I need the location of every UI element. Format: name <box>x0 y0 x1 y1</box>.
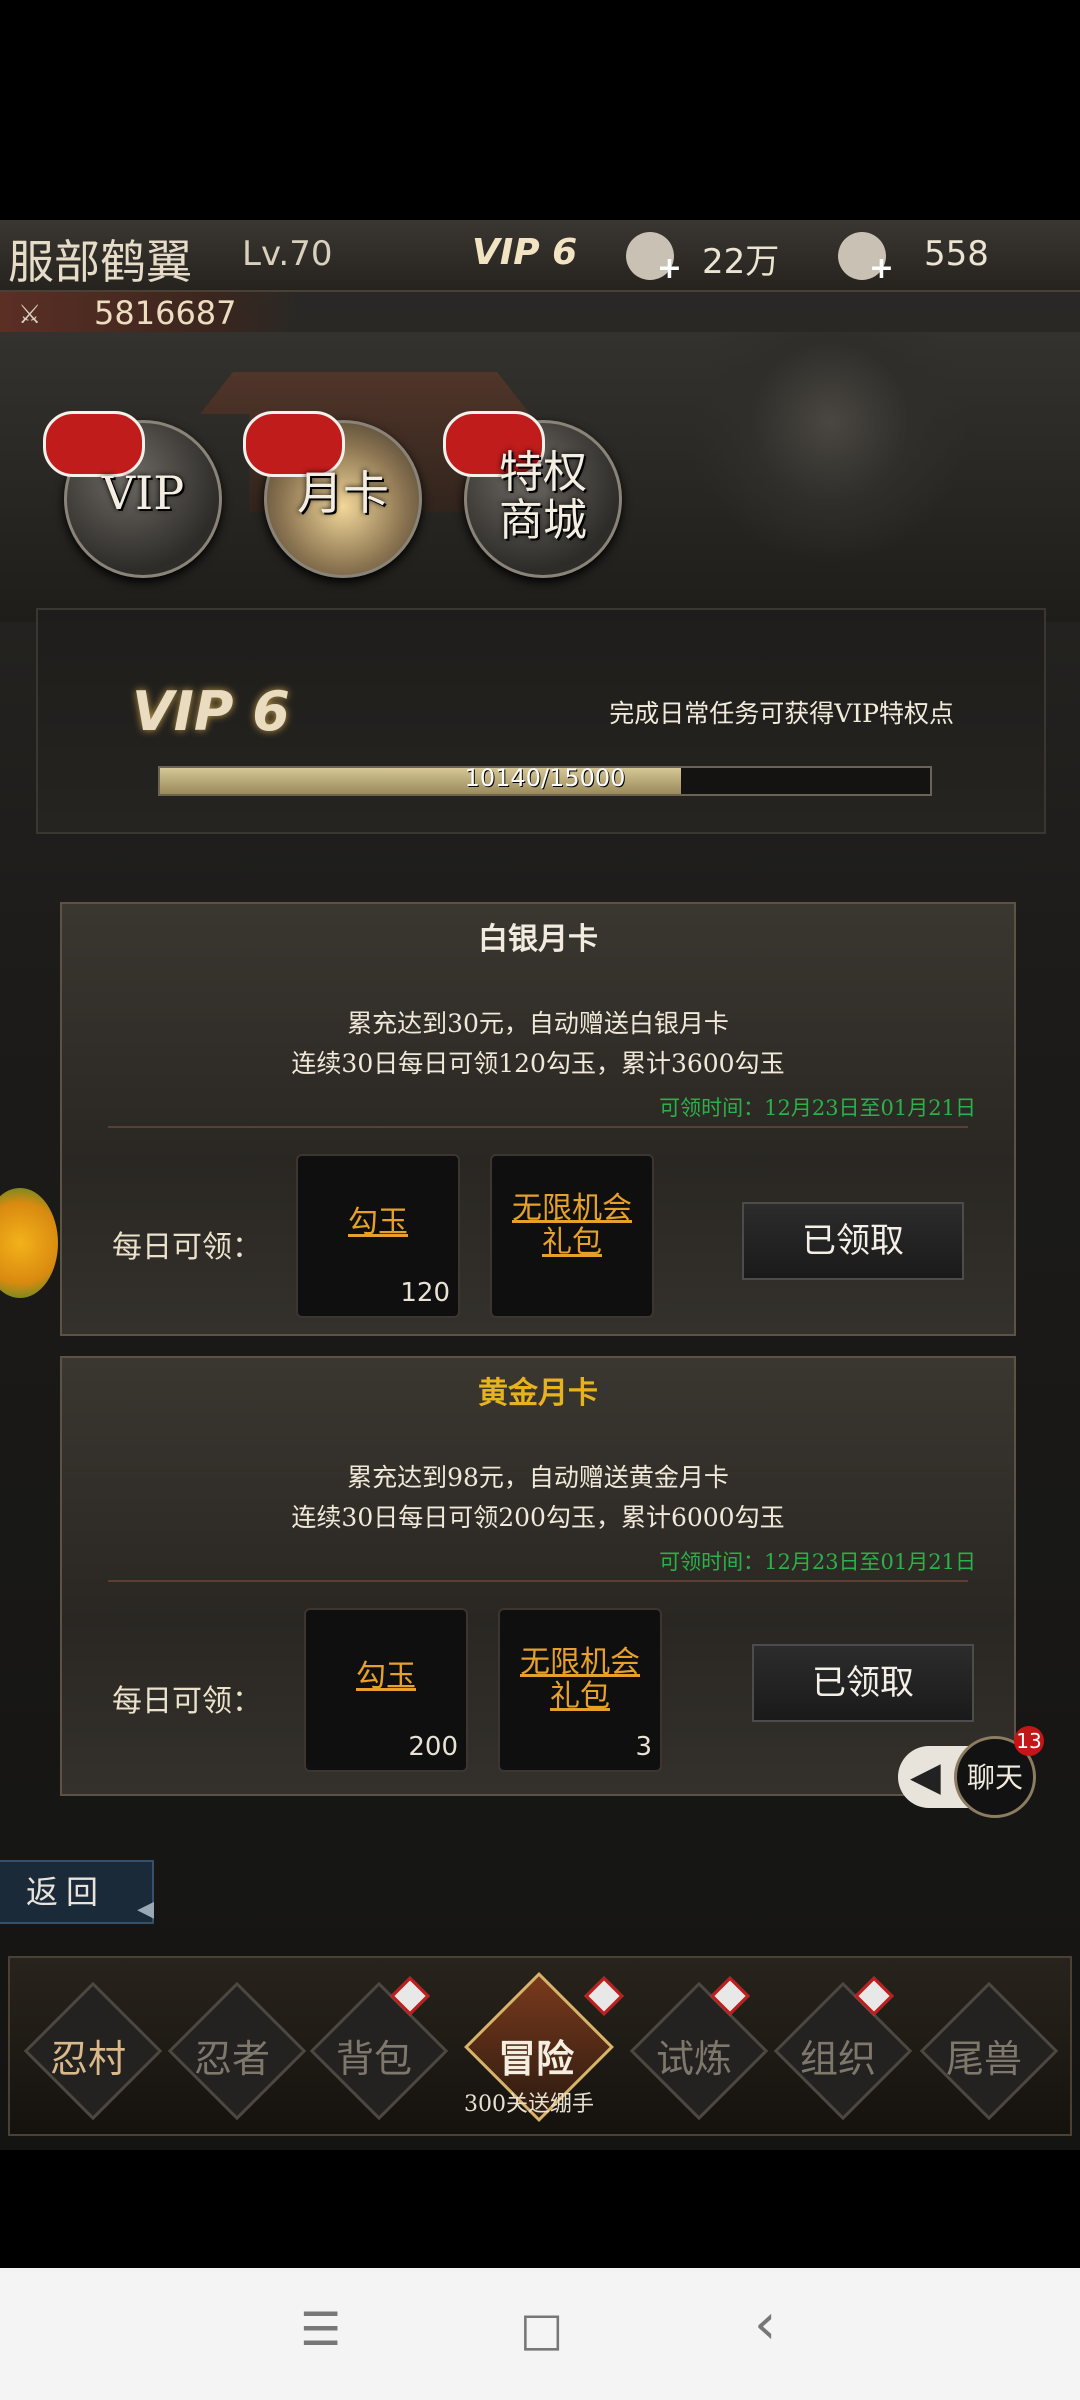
card-description: 连续30日每日可领200勾玉，累计6000勾玉 <box>291 1503 785 1532</box>
nav-item-tailed-beast[interactable]: 尾兽 <box>914 2028 1054 2083</box>
chat-widget[interactable]: ◀ 聊天 13 <box>898 1726 1044 1818</box>
card-description: 连续30日每日可领120勾玉，累计3600勾玉 <box>291 1049 785 1078</box>
vip-hint-text: 完成日常任务可获得VIP特权点 <box>609 699 954 728</box>
vip-level-title: VIP 6 <box>132 680 290 743</box>
back-arrow-icon: ◀ <box>137 1897 154 1922</box>
coin-add-icon[interactable] <box>626 232 682 286</box>
nav-adventure-subtitle: 300关送绷手 <box>464 2092 594 2117</box>
reward-item-name: 无限机会 礼包 <box>520 1645 640 1714</box>
card-title: 黄金月卡 <box>478 1376 598 1411</box>
vip-progress-text: 10140/15000 <box>464 764 626 792</box>
claim-period: 可领时间：12月23日至01月21日 <box>659 1550 976 1574</box>
tab-privilege-shop-label: 特权 商城 <box>499 447 587 546</box>
reward-item-name: 无限机会 礼包 <box>512 1191 632 1260</box>
crossed-swords-icon: ⚔ <box>18 300 42 330</box>
card-description: 累充达到30元，自动赠送白银月卡 <box>347 1009 729 1038</box>
reward-item-count: 200 <box>408 1732 458 1762</box>
card-description: 累充达到98元，自动赠送黄金月卡 <box>347 1463 729 1492</box>
coin-value: 22万 <box>702 242 780 282</box>
back-label: 返回 <box>26 1873 107 1911</box>
reward-item-count: 3 <box>635 1732 652 1762</box>
reward-item-name: 勾玉 <box>348 1205 408 1240</box>
player-level: Lv.70 <box>242 234 333 274</box>
reward-item-count: 120 <box>400 1278 450 1308</box>
gem-add-icon[interactable] <box>838 232 894 286</box>
reward-item-chance-pack[interactable]: 无限机会 礼包 3 <box>498 1608 662 1772</box>
chat-unread-badge: 13 <box>1014 1726 1044 1756</box>
daily-reward-label: 每日可领： <box>112 1230 262 1265</box>
tab-vip-label: VIP <box>101 466 185 520</box>
reward-item-magatama[interactable]: 勾玉 200 <box>304 1608 468 1772</box>
gem-value: 558 <box>924 234 989 274</box>
back-button[interactable]: 返回 ◀ <box>0 1860 154 1924</box>
reward-item-magatama[interactable]: 勾玉 120 <box>296 1154 460 1318</box>
nav-item-trial[interactable]: 试炼 <box>624 2028 764 2083</box>
vip-badge[interactable]: VIP 6 <box>472 232 577 273</box>
reward-item-chance-pack[interactable]: 无限机会 礼包 <box>490 1154 654 1318</box>
tab-vip[interactable]: VIP <box>43 411 222 578</box>
gold-monthly-card: 黄金月卡 累充达到98元，自动赠送黄金月卡 连续30日每日可领200勾玉，累计6… <box>60 1356 1016 1796</box>
bottom-nav: 忍村 忍者 背包 冒险 300关送绷手 试炼 组织 尾兽 <box>8 1956 1072 2136</box>
player-name: 服部鹤翼 <box>8 235 192 289</box>
claim-period: 可领时间：12月23日至01月21日 <box>659 1096 976 1120</box>
nav-item-bag[interactable]: 背包 <box>304 2028 444 2083</box>
nav-item-adventure[interactable]: 冒险 <box>466 2028 606 2083</box>
home-icon[interactable]: □ <box>520 2302 563 2356</box>
tab-monthly-card[interactable]: 月卡 <box>243 411 422 578</box>
divider <box>108 1580 968 1582</box>
top-status-bar: 服部鹤翼 Lv.70 VIP 6 22万 558 <box>0 220 1080 292</box>
back-nav-icon[interactable]: ‹ <box>754 2292 776 2357</box>
nav-item-guild[interactable]: 组织 <box>768 2028 908 2083</box>
event-avatar-icon[interactable] <box>0 1188 58 1298</box>
vip-progress-bar: 10140/15000 <box>158 764 932 796</box>
nav-item-village[interactable]: 忍村 <box>18 2028 158 2083</box>
nav-item-ninja[interactable]: 忍者 <box>162 2028 302 2083</box>
recent-apps-icon[interactable]: ☰ <box>300 2302 341 2356</box>
claimed-button[interactable]: 已领取 <box>752 1644 974 1722</box>
silver-monthly-card: 白银月卡 累充达到30元，自动赠送白银月卡 连续30日每日可领120勾玉，累计3… <box>60 902 1016 1336</box>
card-title: 白银月卡 <box>478 922 598 957</box>
divider <box>108 1126 968 1128</box>
claimed-button[interactable]: 已领取 <box>742 1202 964 1280</box>
power-bar: ⚔ 5816687 <box>0 292 300 335</box>
vip-progress-panel: VIP 6 完成日常任务可获得VIP特权点 10140/15000 <box>36 608 1046 834</box>
daily-reward-label: 每日可领： <box>112 1684 262 1719</box>
power-value: 5816687 <box>94 294 237 332</box>
nav-adventure-notification-icon <box>584 1976 624 2016</box>
reward-item-name: 勾玉 <box>356 1659 416 1694</box>
tab-privilege-shop[interactable]: 特权 商城 <box>443 411 622 578</box>
game-screen: 服部鹤翼 Lv.70 VIP 6 22万 558 ⚔ 5816687 VIP 月… <box>0 220 1080 2150</box>
system-navigation-bar: ☰ □ ‹ <box>0 2268 1080 2400</box>
tab-monthly-card-label: 月卡 <box>297 466 389 520</box>
